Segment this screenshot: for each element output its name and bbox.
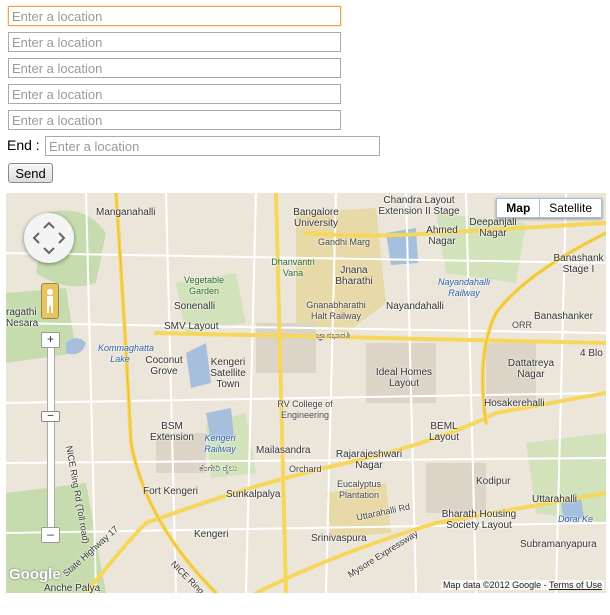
zoom-slider-thumb[interactable]: –	[41, 411, 60, 422]
zoom-slider-track[interactable]	[47, 338, 55, 540]
water-label: Dorai Ke	[558, 514, 594, 524]
pan-left-icon[interactable]	[32, 232, 40, 244]
road-label: Gandhi Marg	[318, 237, 371, 247]
attribution-text: Map data ©2012 Google -	[442, 580, 547, 590]
place-label: Deepanjali Nagar	[469, 217, 517, 239]
place-label: Orchard	[289, 464, 322, 474]
google-logo: Google	[9, 566, 61, 583]
pegman-icon[interactable]	[41, 283, 59, 319]
place-label: Dattatreya Nagar	[507, 358, 555, 380]
zoom-out-button[interactable]: –	[41, 527, 60, 543]
station-label-kannada: ಜ್ಞಾನಭಾರತಿ	[316, 330, 351, 340]
place-label: Ideal Homes Layout	[375, 367, 433, 389]
place-label: Jnana Bharathi	[335, 265, 373, 287]
location-input-3[interactable]	[8, 58, 341, 78]
place-label: Hosakerehalli	[484, 398, 545, 409]
water-label: Kommaghatta Lake	[98, 343, 155, 364]
place-label: SMV Layout	[164, 321, 219, 332]
map-type-map-button[interactable]: Map	[497, 199, 541, 217]
place-label: Ahmed Nagar	[426, 225, 458, 247]
pan-up-icon[interactable]	[43, 221, 55, 229]
terms-of-use-link[interactable]: Terms of Use	[549, 580, 602, 590]
place-label: Banashank Stage I	[553, 253, 604, 275]
place-label: Eucalyptus Plantation	[336, 479, 382, 500]
location-input-5[interactable]	[8, 110, 341, 130]
map-type-satellite-button[interactable]: Satellite	[540, 199, 601, 217]
place-label: Kengeri Satellite Town	[210, 357, 246, 390]
station-label: Nayandahalli Railway	[437, 277, 491, 298]
place-label: Uttarahalli	[532, 494, 578, 505]
place-label: Kengeri	[194, 529, 229, 540]
place-label: Subramanyapura	[520, 539, 597, 550]
place-label: Manganahalli	[96, 207, 156, 218]
map-attribution: Map data ©2012 Google - Terms of Use	[440, 580, 604, 590]
location-input-4[interactable]	[8, 84, 341, 104]
place-label: Bangalore University	[293, 207, 339, 229]
station-label: Gnanabharathi Halt Railway	[306, 300, 366, 321]
end-location-input[interactable]	[45, 136, 380, 156]
place-label: Srinivaspura	[311, 533, 367, 544]
pan-arrows-icon	[32, 221, 66, 255]
end-label: End :	[7, 137, 40, 153]
place-label: BEML Layout	[428, 421, 460, 443]
pan-right-icon[interactable]	[58, 232, 66, 244]
map-tiles	[6, 193, 606, 593]
place-label: Bharath Housing Society Layout	[441, 509, 517, 531]
send-button[interactable]: Send	[8, 163, 53, 183]
place-label: Nayandahalli	[386, 301, 444, 312]
place-label: RV College of Engineering	[277, 399, 333, 420]
zoom-in-button[interactable]: +	[41, 332, 60, 348]
pan-control	[24, 213, 74, 263]
place-label: Mailasandra	[256, 445, 311, 456]
place-label: Sunkalpalya	[226, 489, 281, 500]
station-label-kannada: ಕೆಂಗೇರಿ ರೈಲು	[199, 463, 238, 473]
place-label: Fort Kengeri	[143, 486, 199, 497]
place-label: Banashanker	[534, 311, 593, 322]
park-label: Dhanvantri Vana	[271, 257, 315, 278]
location-input-2[interactable]	[8, 32, 341, 52]
place-label: Sonenalli	[174, 301, 216, 312]
place-label: Kodipur	[476, 476, 511, 487]
place-label: Coconut Grove	[145, 355, 183, 377]
street-view-person-icon	[47, 289, 53, 313]
place-label: Anche Palya	[44, 583, 101, 593]
place-label: BSM Extension	[150, 421, 194, 443]
station-label: Kengeri Railway	[204, 433, 236, 454]
place-label: Chandra Layout Extension II Stage	[378, 195, 460, 217]
place-label: 4 Blo	[580, 348, 603, 359]
pan-down-icon[interactable]	[43, 247, 55, 255]
location-input-1[interactable]	[8, 6, 341, 26]
park-label: Vegetable Garden	[183, 275, 225, 296]
road-label: ORR	[512, 320, 532, 330]
place-label: Rajarajeshwari Nagar	[335, 449, 403, 471]
map-canvas[interactable]: Manganahalli Bangalore University Chandr…	[6, 193, 606, 593]
map-type-control: Map Satellite	[496, 198, 602, 218]
